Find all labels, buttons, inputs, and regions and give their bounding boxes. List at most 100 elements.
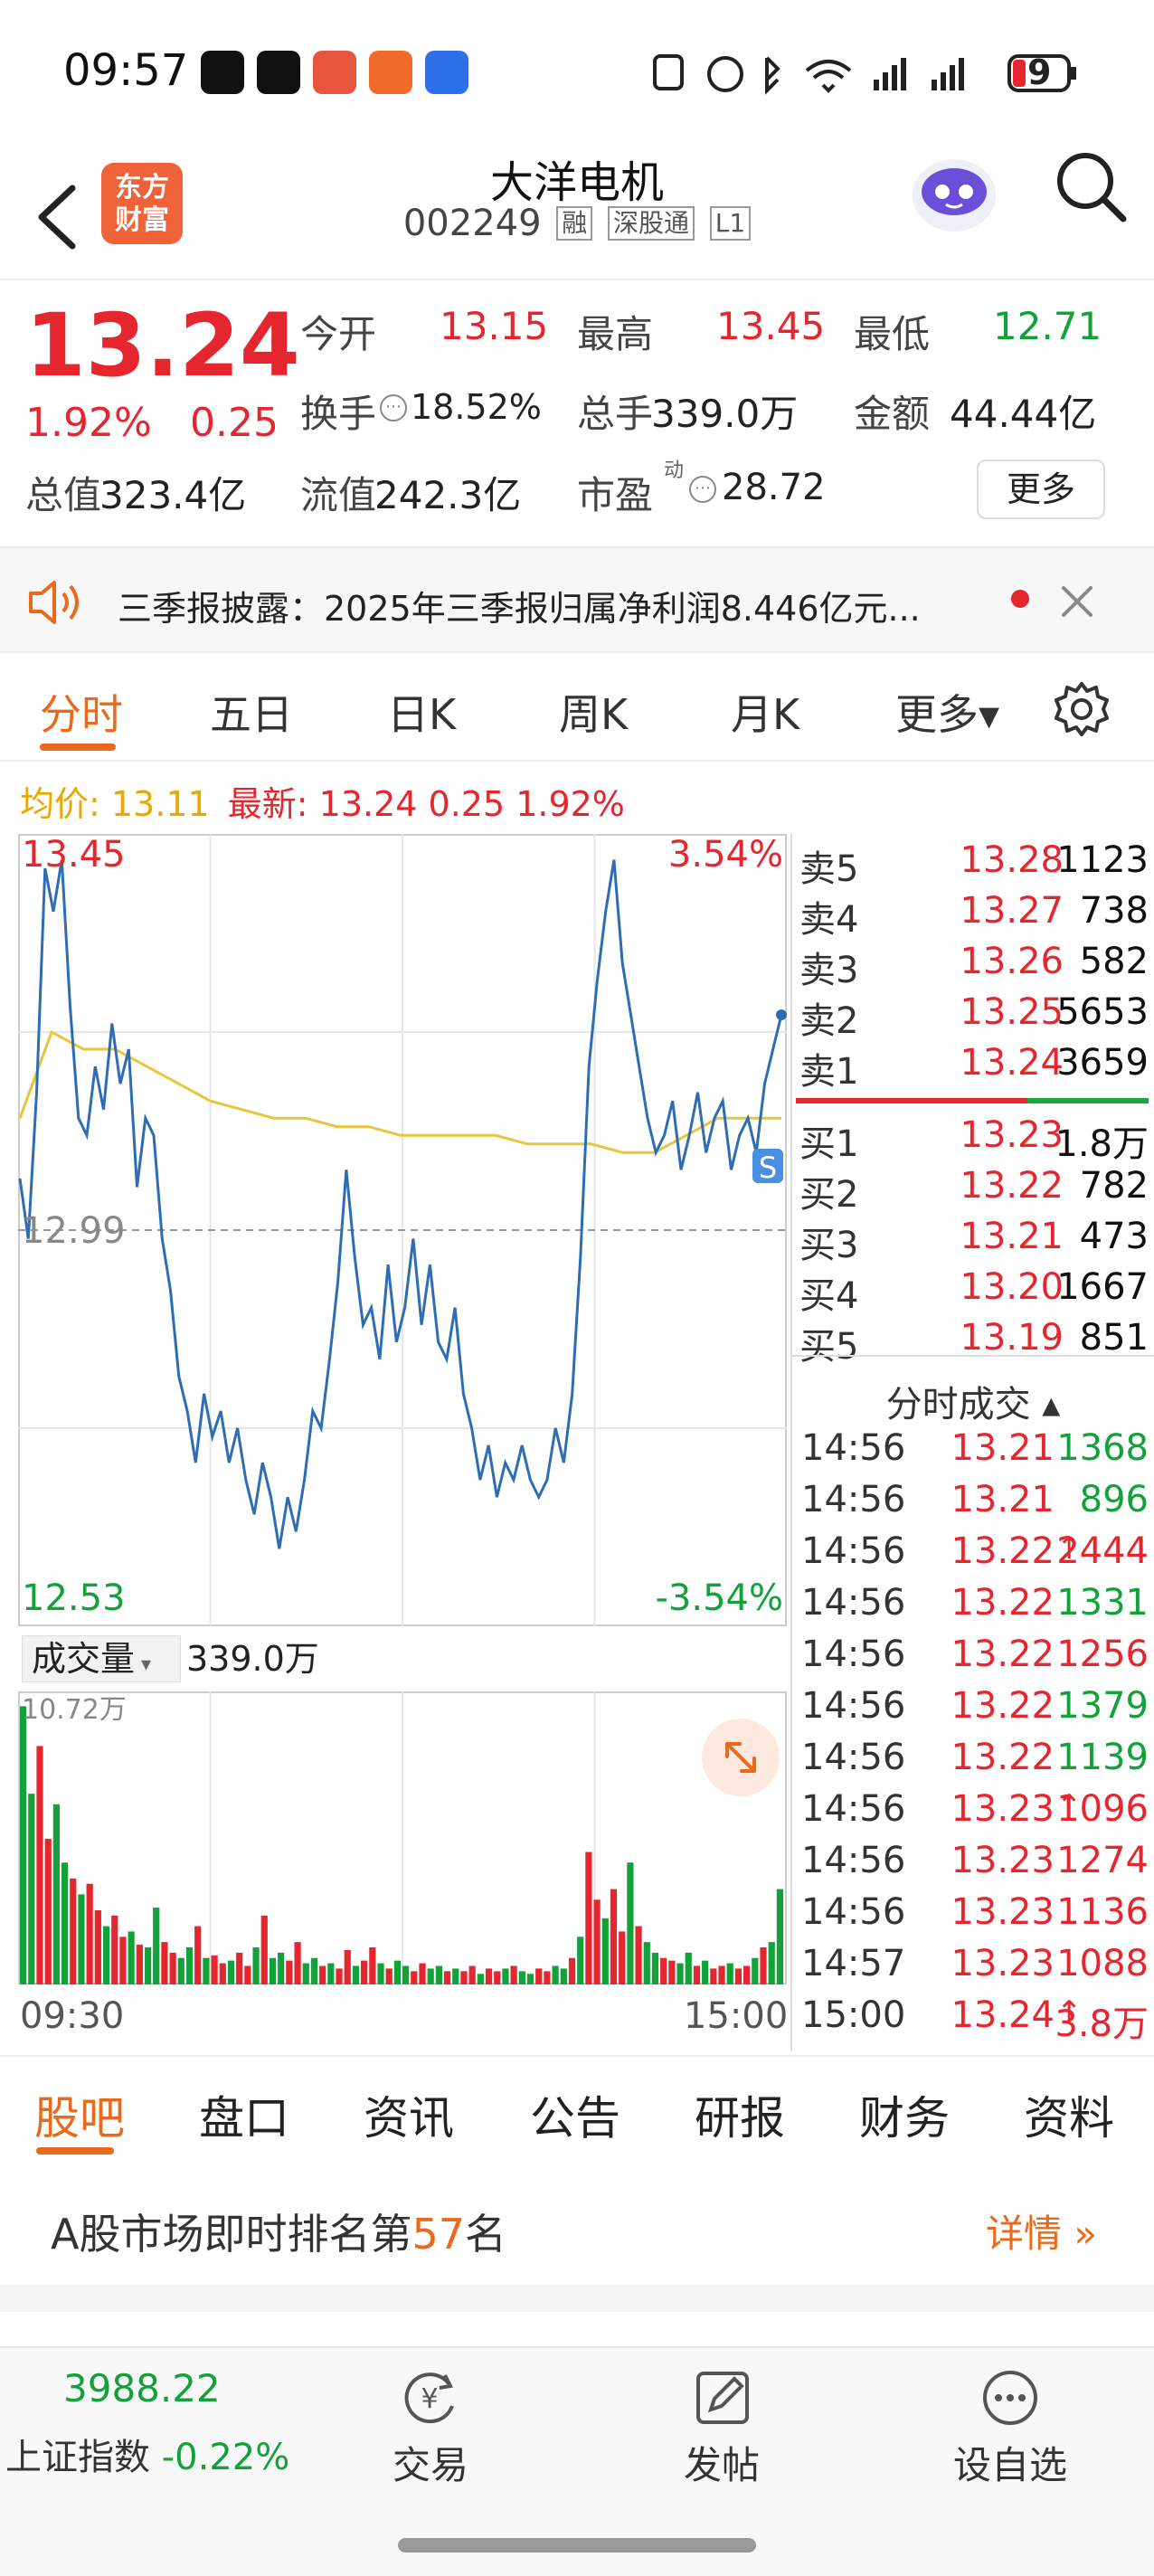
bid-row[interactable]: 买2 13.22 782 <box>792 1165 1154 1216</box>
tab-weekly-k[interactable]: 周K <box>559 682 628 742</box>
announcement-banner[interactable]: 三季报披露：2025年三季报归属净利润8.446亿元... <box>0 546 1154 653</box>
volume-bar <box>477 1974 484 1984</box>
volume-max-label: 10.72万 <box>22 1694 127 1726</box>
tab-research[interactable]: 研报 <box>695 2082 785 2147</box>
volume-bar <box>651 1952 659 1984</box>
tick-list-header[interactable]: 分时成交 ▴ <box>792 1375 1154 1427</box>
tick-price: 13.21 <box>951 1427 1055 1469</box>
volume-bar <box>94 1909 101 1984</box>
level-price: 13.25 <box>960 991 1064 1033</box>
level-label: 卖3 <box>799 950 859 991</box>
info-icon[interactable]: ⋯ <box>380 394 407 421</box>
tick-time: 15:00 <box>801 1994 906 2036</box>
pe-superscript: 动 <box>664 459 685 482</box>
volume-bar <box>144 1946 152 1984</box>
level-volume: 1123 <box>1056 839 1149 881</box>
float-value: 242.3亿 <box>374 473 522 517</box>
trade-icon[interactable]: ¥ <box>398 2366 461 2429</box>
announcement-text: 三季报披露：2025年三季报归属净利润8.446亿元... <box>118 589 921 629</box>
level-price: 13.23 <box>960 1114 1064 1156</box>
volume-bar <box>336 1968 343 1984</box>
ai-assistant-icon[interactable] <box>904 145 1004 244</box>
ask-row[interactable]: 卖1 13.24 3659 <box>792 1042 1154 1093</box>
volume-bar <box>20 1706 27 1984</box>
tab-forum[interactable]: 股吧 <box>34 2082 125 2147</box>
bid-row[interactable]: 买3 13.21 473 <box>792 1216 1154 1266</box>
trade-label[interactable]: 交易 <box>393 2435 468 2490</box>
home-indicator[interactable] <box>398 2538 756 2552</box>
tab-financials[interactable]: 财务 <box>859 2082 950 2147</box>
post-icon[interactable] <box>691 2366 754 2429</box>
tick-row: 14:56 13.21 1368 <box>792 1427 1154 1479</box>
tab-news[interactable]: 资讯 <box>364 2082 454 2147</box>
expand-chart-button[interactable] <box>702 1719 780 1796</box>
tab-monthly-k[interactable]: 月K <box>731 682 799 742</box>
turnover-value: 18.52% <box>411 387 542 427</box>
tick-row: 15:00 13.24 ↑ 3.8万 <box>792 1994 1154 2046</box>
top-price-label: 13.45 <box>22 834 126 876</box>
volume-bar <box>319 1965 326 1984</box>
volume-chart[interactable]: 10.72万 <box>18 1691 787 1984</box>
level-volume: 582 <box>1079 941 1149 982</box>
volume-bar <box>619 1931 626 1984</box>
sell-strength-bar <box>1027 1098 1149 1103</box>
index-name: 上证指数 <box>5 2437 150 2478</box>
gear-icon[interactable] <box>1053 680 1111 738</box>
level-label: 买2 <box>799 1174 859 1216</box>
back-arrow-icon[interactable] <box>33 181 87 253</box>
chart-period-tabs: 分时 五日 日K 周K 月K 更多▾ <box>0 655 1154 762</box>
ranking-row[interactable]: A股市场即时排名第57名 详情 » <box>0 2174 1154 2283</box>
volume-indicator-select[interactable]: 成交量 ▾ <box>22 1635 181 1682</box>
tab-daily-k[interactable]: 日K <box>387 682 456 742</box>
watchlist-icon[interactable] <box>979 2366 1042 2429</box>
video-app-icon <box>313 51 356 94</box>
status-time: 09:57 <box>63 45 189 96</box>
tick-row: 14:56 13.23 1274 <box>792 1840 1154 1891</box>
volume-bar <box>660 1957 667 1984</box>
low-label: 最低 <box>854 312 931 356</box>
open-value: 13.15 <box>440 304 549 348</box>
volume-bar <box>734 1968 743 1984</box>
top-pct-label: 3.54% <box>668 834 783 876</box>
index-name-row[interactable]: 上证指数 -0.22% <box>5 2428 289 2480</box>
watchlist-label[interactable]: 设自选 <box>953 2435 1067 2490</box>
volume-bar <box>286 1960 293 1984</box>
tick-list[interactable]: 14:56 13.21 1368 14:56 13.21 896 14:56 13.22 ↑ 24… <box>790 1355 1154 2051</box>
volume-bar <box>726 1963 733 1984</box>
volume-bar <box>485 1968 493 1984</box>
ask-row[interactable]: 卖3 13.26 582 <box>792 941 1154 991</box>
level-volume: 782 <box>1079 1165 1149 1207</box>
ranking-detail-link[interactable]: 详情 » <box>986 2203 1097 2259</box>
ask-row[interactable]: 卖2 13.25 5653 <box>792 991 1154 1042</box>
volume-bar <box>36 1746 43 1984</box>
margin-tag: 融 <box>556 206 593 241</box>
intraday-price-chart[interactable]: 13.45 3.54% 12.99 12.53 -3.54% S <box>18 834 787 1626</box>
close-icon[interactable] <box>1058 582 1096 620</box>
level-tag: L1 <box>709 206 752 241</box>
volume-bar <box>468 1965 476 1984</box>
volume-bar <box>352 1965 360 1984</box>
tab-profile[interactable]: 资料 <box>1024 2082 1114 2147</box>
unread-dot <box>1011 590 1029 608</box>
tab-five-day[interactable]: 五日 <box>210 682 293 742</box>
tab-intraday[interactable]: 分时 <box>40 682 123 742</box>
bid-row[interactable]: 买4 13.20 1667 <box>792 1266 1154 1317</box>
volume-bar <box>294 1942 301 1984</box>
ask-row[interactable]: 卖4 13.27 738 <box>792 890 1154 941</box>
ask-row[interactable]: 卖5 13.28 1123 <box>792 839 1154 890</box>
bid-row[interactable]: 买1 13.23 1.8万 <box>792 1114 1154 1165</box>
tab-market-depth[interactable]: 盘口 <box>199 2082 289 2147</box>
search-icon[interactable] <box>1049 145 1130 226</box>
volume-bar <box>185 1946 194 1984</box>
volume-bar <box>278 1952 285 1984</box>
level-label: 买3 <box>799 1225 859 1266</box>
post-label[interactable]: 发帖 <box>684 2435 760 2490</box>
volume-bar <box>710 1968 717 1984</box>
chevron-down-icon: ▾ <box>135 1653 152 1676</box>
tab-more[interactable]: 更多▾ <box>895 682 999 742</box>
more-button[interactable]: 更多 <box>977 459 1105 519</box>
info-icon[interactable]: ⋯ <box>689 476 716 503</box>
tick-volume: 1088 <box>1056 1943 1149 1984</box>
index-value[interactable]: 3988.22 <box>63 2366 221 2410</box>
tab-announcements[interactable]: 公告 <box>530 2082 620 2147</box>
